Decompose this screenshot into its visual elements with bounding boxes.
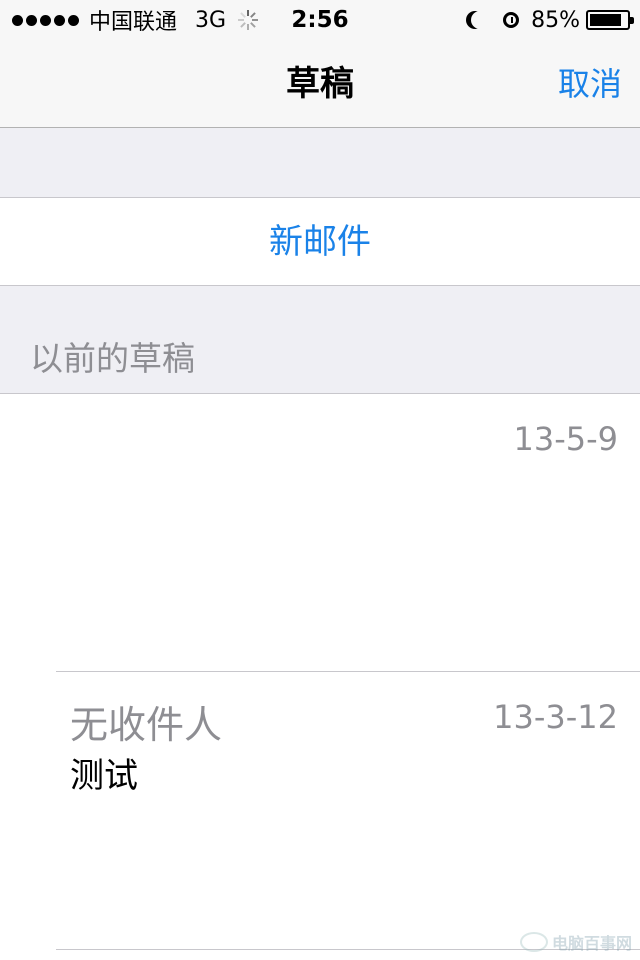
carrier-name: 中国联通: [89, 10, 178, 35]
battery-fill: [590, 14, 621, 26]
draft-recipient: 无收件人: [70, 703, 223, 747]
draft-date: 13-3-12: [493, 698, 618, 736]
status-left: 中国联通 3G: [12, 4, 259, 36]
moon-icon: [471, 11, 489, 29]
cancel-button[interactable]: 取消: [558, 40, 622, 128]
draft-list-item[interactable]: 无收件人 测试 13-3-12: [0, 672, 640, 950]
signal-icon: [12, 14, 79, 26]
group-spacer: [0, 128, 640, 198]
battery-icon: [586, 10, 634, 30]
draft-date: 13-5-9: [513, 420, 618, 458]
watermark: 电脑百事网: [519, 930, 632, 954]
page-title: 草稿: [286, 64, 354, 104]
alarm-icon: [503, 12, 520, 28]
battery-percent: 85%: [531, 7, 580, 33]
status-bar: 中国联通 3G 2:56 85%: [0, 0, 640, 40]
section-header-label: 以前的草稿: [30, 339, 195, 378]
watermark-text: 电脑百事网: [551, 934, 632, 953]
activity-icon: [238, 10, 259, 30]
draft-list-item[interactable]: 13-5-9: [0, 394, 640, 672]
network-type: 3G: [195, 7, 227, 33]
status-time: 2:56: [291, 7, 349, 33]
draft-subject: 测试: [70, 756, 138, 796]
watermark-logo-icon: [519, 932, 548, 952]
new-mail-button[interactable]: 新邮件: [0, 198, 640, 286]
navigation-bar: 草稿 取消: [0, 40, 640, 128]
status-right: 85%: [465, 7, 634, 33]
section-header: 以前的草稿: [0, 286, 640, 394]
